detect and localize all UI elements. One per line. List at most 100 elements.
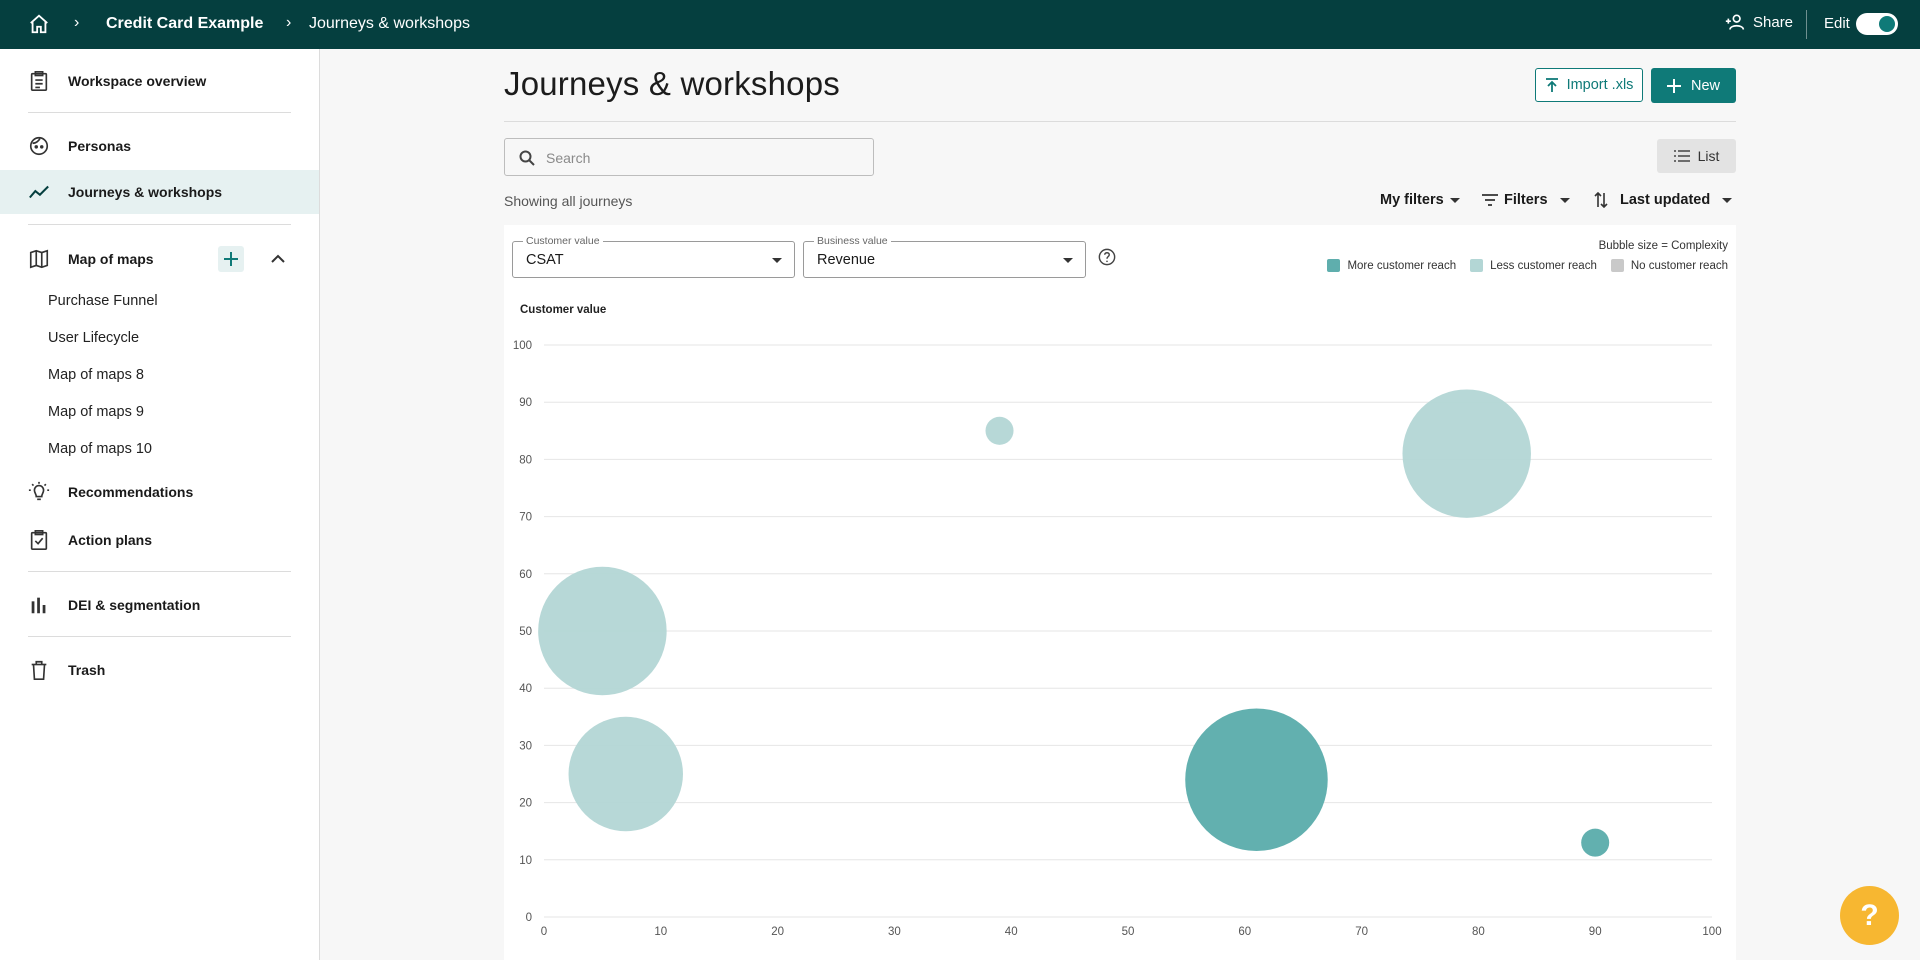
search-icon [519,150,535,166]
lightbulb-icon [28,481,50,501]
sidebar-item-label: Action plans [68,532,153,548]
business-value-selected: Revenue [817,252,876,268]
caret-down-icon [1449,197,1460,203]
import-xls-button[interactable]: Import .xls [1535,68,1643,102]
customer-value-select[interactable]: Customer value CSAT [512,235,795,278]
page-title: Journeys & workshops [504,65,840,102]
my-filters-dropdown[interactable]: My filters [1380,192,1460,208]
home-icon[interactable] [28,13,50,35]
new-label: New [1690,77,1720,94]
map-child-item[interactable]: Map of maps 8 [48,367,144,383]
sidebar-item-label: Personas [68,138,132,154]
import-label: Import .xls [1566,77,1634,93]
sidebar-item-dei[interactable]: DEI & segmentation [0,583,319,627]
bubble[interactable] [538,566,667,696]
x-tick-label: 40 [1005,926,1018,938]
face-icon [29,136,49,156]
x-tick-label: 10 [654,926,667,938]
sort-icon [1594,192,1608,208]
sidebar-divider [28,571,291,572]
x-tick-label: 20 [771,926,784,938]
map-child-item[interactable]: User Lifecycle [48,330,139,346]
add-map-button[interactable] [218,246,244,272]
share-button[interactable]: Share [1725,13,1793,31]
sidebar-item-action-plans[interactable]: Action plans [0,518,319,562]
bubble[interactable] [568,716,683,832]
chevron-right-icon: › [74,14,80,31]
topbar-divider [1806,10,1807,39]
sidebar-item-trash[interactable]: Trash [0,648,319,692]
sort-label: Last updated [1620,192,1711,208]
chart-card: Customer value CSAT Business value Reven… [504,225,1736,960]
collapse-map-button[interactable] [268,249,288,269]
business-value-select[interactable]: Business value Revenue [803,235,1086,278]
plus-icon [1666,78,1681,93]
sidebar-item-label: Recommendations [68,484,194,500]
caret-down-icon [1559,197,1570,203]
sidebar-item-workspace-overview[interactable]: Workspace overview [0,59,319,103]
x-tick-label: 60 [1238,926,1251,938]
list-view-button[interactable]: List [1657,139,1736,173]
bubble[interactable] [1402,389,1531,518]
add-person-icon [1725,14,1745,30]
breadcrumb-workspace[interactable]: Credit Card Example [106,15,263,33]
sidebar: Workspace overview Personas Journeys & w… [0,49,320,960]
legend-label: Less customer reach [1490,259,1597,272]
x-tick-label: 30 [888,926,901,938]
y-tick-label: 70 [519,512,532,524]
sidebar-item-personas[interactable]: Personas [0,124,319,168]
sidebar-item-recommendations[interactable]: Recommendations [0,470,319,514]
sort-dropdown[interactable]: Last updated [1594,192,1733,208]
header-divider [504,121,1736,122]
top-bar: › Credit Card Example › Journeys & works… [0,0,1920,49]
map-child-item[interactable]: Map of maps 10 [48,441,152,457]
bubble[interactable] [1581,828,1610,857]
bubble[interactable] [1185,708,1328,851]
legend-swatch [1610,259,1624,272]
y-tick-label: 50 [519,626,532,638]
sidebar-item-journeys[interactable]: Journeys & workshops [0,170,319,214]
customer-value-selected: CSAT [526,252,564,268]
help-fab-label: ? [1860,898,1879,932]
y-tick-label: 60 [519,569,532,581]
y-tick-label: 80 [519,454,532,466]
toggle-knob [1879,16,1895,32]
map-child-item[interactable]: Map of maps 9 [48,404,144,420]
sidebar-item-label: Trash [68,662,106,678]
y-tick-label: 90 [519,397,532,409]
edit-toggle[interactable] [1856,13,1898,35]
legend-item: More customer reach [1327,259,1456,272]
help-fab-button[interactable]: ? [1840,886,1899,945]
y-tick-label: 10 [519,855,532,867]
sidebar-item-label: Workspace overview [68,73,207,89]
edit-label: Edit [1824,15,1850,32]
checkbox-clipboard-icon [30,530,48,550]
clipboard-icon [30,71,48,91]
list-icon [1673,150,1690,162]
caret-down-icon [772,258,782,263]
map-child-item[interactable]: Purchase Funnel [48,293,158,309]
x-tick-label: 0 [541,926,547,938]
x-tick-label: 70 [1355,926,1368,938]
new-button[interactable]: New [1651,68,1736,103]
x-tick-label: 50 [1122,926,1135,938]
y-tick-label: 20 [519,798,532,810]
sidebar-divider [28,112,291,113]
chart-legend: More customer reach Less customer reach … [1319,259,1728,272]
caret-down-icon [1063,258,1073,263]
help-circle-icon[interactable] [1098,248,1116,266]
caret-down-icon [1722,197,1733,203]
filters-dropdown[interactable]: Filters [1482,192,1570,208]
share-label: Share [1753,13,1794,31]
bubble[interactable] [985,416,1014,445]
chevron-right-icon: › [286,14,292,31]
upload-icon [1545,78,1558,92]
list-label: List [1697,148,1720,164]
search-input[interactable]: Search [504,138,874,176]
customer-value-label: Customer value [523,235,603,247]
map-icon [29,249,49,269]
sidebar-item-label: DEI & segmentation [68,597,201,613]
search-placeholder: Search [546,150,591,166]
sidebar-divider [28,224,291,225]
sidebar-item-label: Journeys & workshops [68,184,223,200]
